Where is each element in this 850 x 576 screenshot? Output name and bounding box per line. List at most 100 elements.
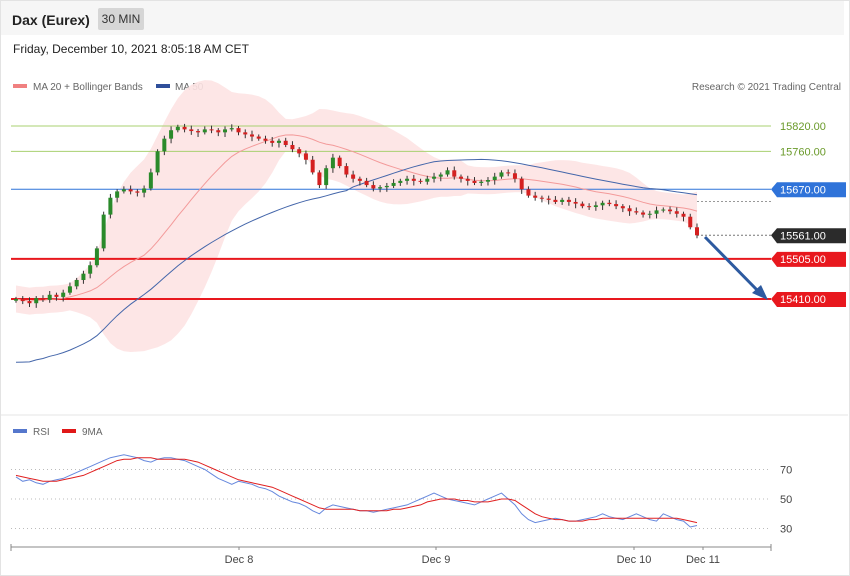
candle-body bbox=[324, 168, 329, 186]
candle-body bbox=[654, 210, 659, 214]
candle-body bbox=[303, 153, 308, 160]
candle-body bbox=[115, 191, 120, 198]
rsi-ma-legend-swatch bbox=[62, 429, 76, 433]
candle-body bbox=[593, 205, 598, 208]
candle-body bbox=[276, 140, 281, 143]
candle-body bbox=[533, 195, 538, 198]
candle-body bbox=[661, 209, 666, 211]
candle-body bbox=[209, 129, 214, 131]
candle-body bbox=[674, 211, 679, 214]
candle bbox=[101, 211, 106, 252]
candle bbox=[94, 246, 99, 268]
candle-body bbox=[519, 178, 524, 190]
candle-body bbox=[310, 159, 315, 173]
candle-body bbox=[459, 176, 464, 179]
candle-body bbox=[249, 134, 254, 137]
candle-body bbox=[566, 199, 571, 202]
x-tick-label: Dec 11 bbox=[686, 554, 720, 566]
candle-body bbox=[54, 294, 59, 297]
candle-body bbox=[641, 212, 646, 215]
candle-body bbox=[465, 178, 470, 181]
candle bbox=[155, 149, 160, 176]
x-axis-labels: Dec 8 Dec 9 Dec 10 Dec 11 bbox=[225, 547, 720, 566]
bollinger-bands bbox=[16, 80, 697, 352]
candle-body bbox=[607, 202, 612, 205]
candle-body bbox=[290, 144, 295, 150]
candle-body bbox=[560, 199, 565, 202]
candle-body bbox=[506, 172, 511, 174]
candle-body bbox=[283, 140, 288, 145]
candle-body bbox=[371, 185, 376, 189]
rsi-line bbox=[15, 454, 698, 528]
forecast-arrow-shaft bbox=[703, 235, 761, 294]
candle-body bbox=[492, 176, 497, 181]
candle-body bbox=[243, 132, 248, 135]
candle-body bbox=[189, 129, 194, 132]
level-value: 15760.00 bbox=[780, 146, 826, 158]
level-value: 15505.00 bbox=[780, 254, 826, 266]
rsi-legend-label: RSI bbox=[33, 427, 50, 438]
candle-body bbox=[81, 273, 86, 281]
candle-body bbox=[14, 299, 18, 301]
candle bbox=[324, 165, 329, 189]
candle-body bbox=[317, 172, 322, 186]
candle-body bbox=[263, 138, 268, 141]
candle-body bbox=[479, 181, 484, 183]
candle-body bbox=[364, 180, 369, 186]
candle-body bbox=[391, 182, 396, 186]
candle-body bbox=[432, 176, 437, 179]
rsi-pane: 30 50 70 bbox=[11, 454, 792, 536]
candle-body bbox=[499, 172, 504, 177]
candle-body bbox=[620, 206, 625, 209]
candle-body bbox=[108, 197, 113, 215]
candle bbox=[317, 170, 322, 189]
candle-body bbox=[472, 180, 477, 183]
candle-body bbox=[411, 178, 416, 181]
candle-body bbox=[580, 203, 585, 207]
candle-body bbox=[378, 187, 383, 189]
candle-body bbox=[27, 301, 32, 304]
candle-body bbox=[681, 213, 686, 217]
ma50-legend-swatch bbox=[156, 84, 170, 88]
candle-body bbox=[88, 265, 93, 274]
candle-body bbox=[135, 191, 140, 193]
candle-body bbox=[452, 170, 457, 177]
rsi-legend-swatch bbox=[13, 429, 27, 433]
candle-body bbox=[67, 286, 72, 293]
candle-body bbox=[398, 180, 403, 183]
level-labels: 15820.00 15760.00 15670.00 15561.00 15505.00… bbox=[771, 121, 846, 307]
level-label-15670.00: 15670.00 bbox=[771, 182, 846, 198]
candle-body bbox=[256, 136, 261, 139]
level-label-15410.00: 15410.00 bbox=[771, 292, 846, 307]
candle-body bbox=[384, 185, 389, 188]
candle-body bbox=[425, 178, 430, 182]
rsi-axis-label-70: 70 bbox=[780, 465, 792, 477]
level-label-15760.00: 15760.00 bbox=[780, 146, 826, 158]
level-label-15505.00: 15505.00 bbox=[771, 251, 846, 267]
ma20-legend-label: MA 20 + Bollinger Bands bbox=[33, 82, 143, 93]
level-label-15820.00: 15820.00 bbox=[780, 121, 826, 133]
candle-body bbox=[175, 126, 180, 131]
candle-body bbox=[695, 227, 699, 236]
candle-body bbox=[155, 151, 160, 173]
rsi-ma-legend-label: 9MA bbox=[82, 427, 103, 438]
level-value: 15561.00 bbox=[780, 230, 826, 242]
candle-body bbox=[587, 206, 592, 208]
candle-body bbox=[229, 128, 234, 130]
candle-body bbox=[142, 188, 147, 193]
candle-body bbox=[20, 299, 25, 302]
candle-body bbox=[553, 199, 558, 202]
candle-body bbox=[573, 201, 578, 204]
candle-body bbox=[40, 298, 45, 300]
candle-body bbox=[94, 248, 99, 266]
candle-body bbox=[330, 157, 335, 169]
candle-body bbox=[128, 189, 133, 192]
candle-body bbox=[357, 178, 362, 181]
candle-body bbox=[485, 180, 490, 182]
candle-body bbox=[34, 298, 39, 304]
candle-body bbox=[182, 126, 187, 130]
candle-body bbox=[614, 204, 619, 207]
level-value: 15670.00 bbox=[780, 184, 826, 196]
x-tick-label: Dec 9 bbox=[422, 554, 451, 566]
candle-body bbox=[148, 172, 153, 189]
